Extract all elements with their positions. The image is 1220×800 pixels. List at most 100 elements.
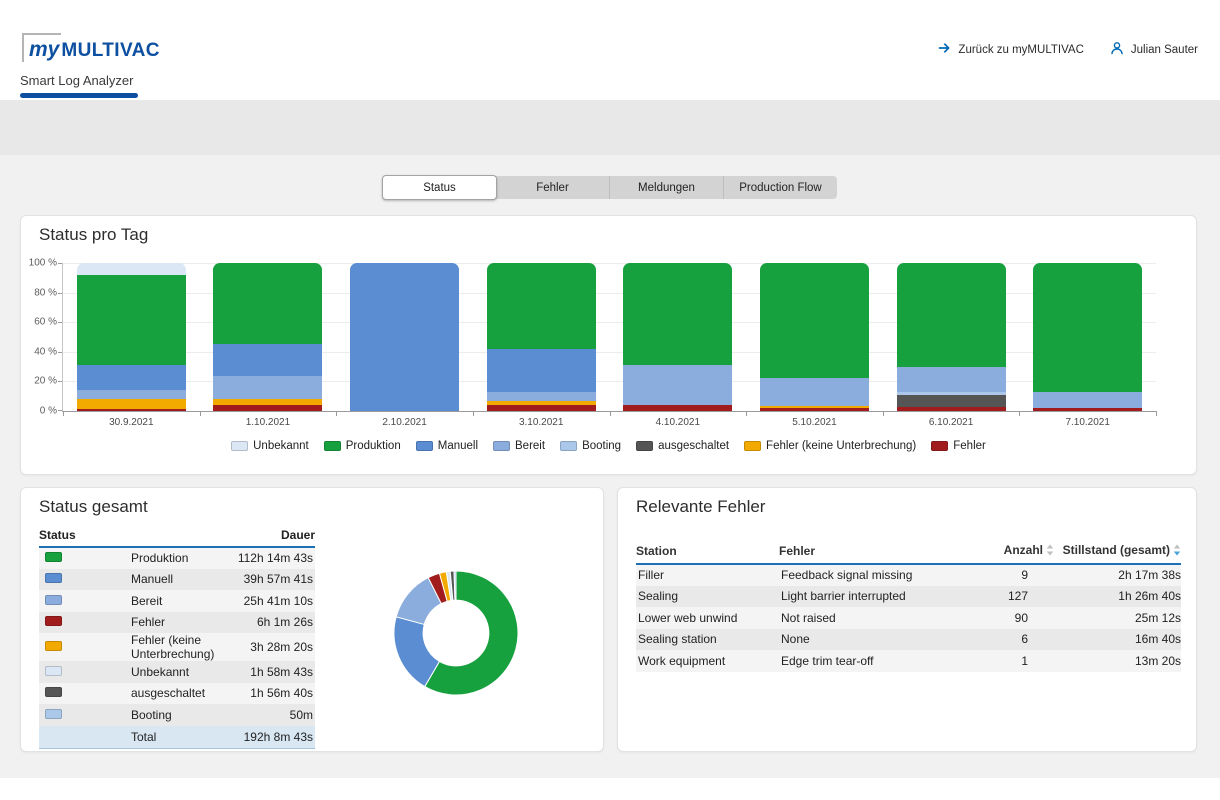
legend-swatch (931, 441, 948, 451)
x-axis-label: 4.10.2021 (610, 417, 747, 428)
x-axis-label: 5.10.2021 (746, 417, 883, 428)
legend-swatch (324, 441, 341, 451)
status-duration: 1h 56m 40s (223, 683, 315, 705)
x-axis-label: 3.10.2021 (473, 417, 610, 428)
status-swatch (45, 666, 62, 676)
x-tick (883, 412, 884, 416)
x-tick (200, 412, 201, 416)
legend-item-unbekannt[interactable]: Unbekannt (231, 440, 309, 452)
status-duration: 1h 58m 43s (223, 661, 315, 683)
x-tick (610, 412, 611, 416)
y-tick-label: 0 % (40, 406, 57, 417)
x-tick (1019, 412, 1020, 416)
legend-item-fehler-keine-unterbrechung[interactable]: Fehler (keine Unterbrechung) (744, 440, 916, 452)
legend-item-produktion[interactable]: Produktion (324, 440, 401, 452)
legend-swatch (416, 441, 433, 451)
status-row-produktion: Produktion112h 14m 43s (39, 547, 315, 569)
bar-segment-fehler (623, 405, 732, 411)
status-duration: 112h 14m 43s (223, 547, 315, 569)
status-label: Unbekannt (131, 661, 223, 683)
legend-swatch (560, 441, 577, 451)
legend-item-manuell[interactable]: Manuell (416, 440, 478, 452)
legend-item-bereit[interactable]: Bereit (493, 440, 545, 452)
error-downtime: 16m 40s (1054, 629, 1181, 651)
error-station: Sealing (636, 586, 779, 608)
logo-bracket: my (22, 33, 61, 62)
bar-segment-ausgeschaltet (897, 395, 1006, 407)
tab-smart-log-analyzer[interactable]: Smart Log Analyzer (20, 73, 133, 88)
legend-item-fehler[interactable]: Fehler (931, 440, 986, 452)
app-header: myMULTIVAC Zurück zu myMULTIVAC Julian S… (0, 0, 1220, 100)
view-tab-status[interactable]: Status (382, 175, 497, 200)
logo-brand-text: MULTIVAC (61, 40, 160, 61)
total-label: Total (131, 726, 223, 749)
bar-segment-bereit (487, 392, 596, 401)
error-text: Feedback signal missing (779, 564, 964, 586)
arrow-right-icon (938, 42, 951, 57)
view-tab-fehler[interactable]: Fehler (496, 176, 609, 199)
status-column-header: Status (39, 524, 223, 547)
status-swatch (45, 595, 62, 605)
legend-label: Fehler (keine Unterbrechung) (766, 440, 916, 452)
chart-legend: Unbekannt Produktion Manuell Bereit Booting a… (21, 440, 1196, 452)
view-tab-production-flow[interactable]: Production Flow (723, 176, 837, 199)
status-swatch (45, 641, 62, 651)
bar-segment-fehler (897, 407, 1006, 411)
error-row-work-equipment: Work equipmentEdge trim tear-off113m 20s (636, 650, 1181, 672)
status-label: ausgeschaltet (131, 683, 223, 705)
status-duration: 6h 1m 26s (223, 612, 315, 634)
y-axis-line (62, 263, 63, 411)
status-swatch (45, 573, 62, 583)
bar-segment-fehler (487, 405, 596, 411)
sort-icon (1046, 545, 1054, 559)
status-card-title: Status gesamt (39, 497, 148, 517)
status-duration: 39h 57m 41s (223, 569, 315, 591)
view-segmented-control: StatusFehlerMeldungenProduction Flow (383, 176, 837, 199)
fehler-column-header: Fehler (779, 538, 964, 564)
x-tick (63, 412, 64, 416)
error-count: 9 (964, 564, 1054, 586)
total-duration: 192h 8m 43s (223, 726, 315, 749)
error-row-sealing: SealingLight barrier interrupted1271h 26… (636, 586, 1181, 608)
error-row-filler: FillerFeedback signal missing92h 17m 38s (636, 564, 1181, 586)
legend-item-ausgeschaltet[interactable]: ausgeschaltet (636, 440, 729, 452)
view-tab-meldungen[interactable]: Meldungen (609, 176, 723, 199)
bar-segment-manuell (77, 365, 186, 390)
user-menu[interactable]: Julian Sauter (1110, 41, 1198, 58)
y-tick-label: 40 % (34, 346, 57, 357)
y-tick-label: 100 % (29, 258, 57, 269)
stillstand-column-header[interactable]: Stillstand (gesamt) (1054, 538, 1181, 564)
status-label: Fehler (keine Unterbrechung) (131, 633, 223, 661)
bar-segment-bereit (897, 367, 1006, 392)
back-link-label: Zurück zu myMULTIVAC (958, 44, 1083, 56)
error-downtime: 2h 17m 38s (1054, 564, 1181, 586)
bar-segment-produktion (1033, 263, 1142, 392)
status-total-card: Status gesamt Status Dauer Produktion112… (20, 487, 604, 752)
error-count: 127 (964, 586, 1054, 608)
bar-segment-manuell (213, 344, 322, 375)
error-text: Not raised (779, 607, 964, 629)
x-axis-label: 30.9.2021 (63, 417, 200, 428)
status-swatch (45, 616, 62, 626)
status-row-fehler: Fehler6h 1m 26s (39, 612, 315, 634)
back-to-mymultivac-link[interactable]: Zurück zu myMULTIVAC (938, 42, 1083, 57)
x-axis-label: 2.10.2021 (336, 417, 473, 428)
x-axis-label: 1.10.2021 (200, 417, 337, 428)
errors-table-header-row: Station Fehler Anzahl Stillstand (gesamt… (636, 538, 1181, 564)
y-tick-label: 80 % (34, 287, 57, 298)
y-axis: 0 %20 %40 %60 %80 %100 % (21, 263, 59, 411)
bar-segment-manuell (350, 263, 459, 411)
status-total-row: Total 192h 8m 43s (39, 726, 315, 749)
bar-segment-produktion (760, 263, 869, 378)
status-label: Fehler (131, 612, 223, 634)
main-content: StatusFehlerMeldungenProduction Flow Sta… (0, 155, 1220, 778)
legend-label: Bereit (515, 440, 545, 452)
bar-segment-manuell (487, 349, 596, 392)
relevant-errors-card: Relevante Fehler Station Fehler Anzahl S… (617, 487, 1197, 752)
status-label: Booting (131, 704, 223, 726)
legend-item-booting[interactable]: Booting (560, 440, 621, 452)
error-downtime: 1h 26m 40s (1054, 586, 1181, 608)
error-count: 6 (964, 629, 1054, 651)
anzahl-column-header[interactable]: Anzahl (964, 538, 1054, 564)
error-row-sealing-station: Sealing stationNone616m 40s (636, 629, 1181, 651)
